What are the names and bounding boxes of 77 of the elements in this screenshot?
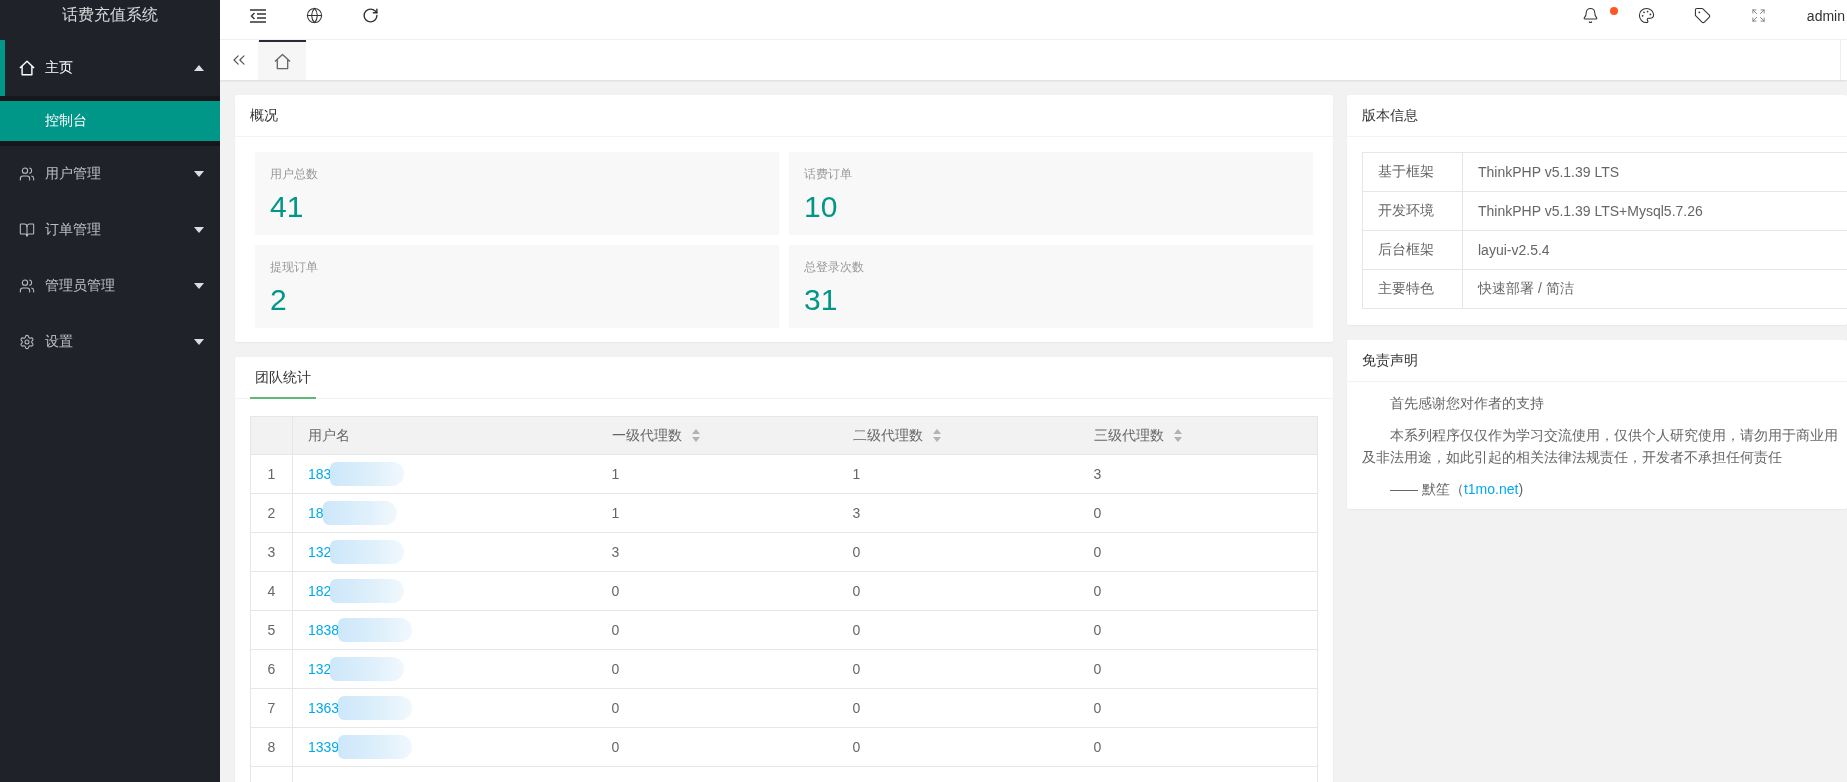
table-cell: 后台框架 [1362,230,1463,270]
stat-value: 41 [270,189,304,225]
table-cell: 0 [1078,571,1318,611]
table-cell: 0 [837,532,1079,572]
disclaimer-paragraph: 本系列程序仅仅作为学习交流使用，仅供个人研究使用，请勿用于商业用 及非法用途，如此引起的相关法律法规责任，开发者不承担任何责任 [1362,426,1838,467]
card-title: 免责声明 [1362,351,1418,370]
table-cell: 1 [596,454,838,494]
refresh-icon[interactable] [361,7,379,24]
globe-icon[interactable] [305,7,323,24]
sidebar-menu-item[interactable]: 设置 [0,314,220,370]
table-cell: 1 [837,454,1079,494]
row-number: 2 [250,493,293,533]
table-cell: 0 [1078,649,1318,689]
table-cell: 3 [1078,454,1318,494]
table-cell: 0 [837,649,1079,689]
row-number: 1 [250,454,293,494]
column-header[interactable]: 三级代理数 [1078,416,1318,455]
column-header[interactable]: 二级代理数 [837,416,1079,455]
users-icon [19,166,35,182]
stat-value: 31 [804,282,838,318]
card-title: 概况 [250,106,278,125]
row-number: 8 [250,727,293,767]
table-cell: 3 [837,493,1079,533]
column-header: 用户名 [292,416,597,455]
disclaimer-paragraph: 首先感谢您对作者的支持 [1389,394,1544,413]
stat-label: 话费订单 [804,166,852,183]
sidebar-submenu-item[interactable]: 控制台 [0,101,220,141]
row-number: 6 [250,649,293,689]
palette-icon[interactable] [1638,7,1656,24]
tag-icon[interactable] [1694,7,1712,24]
row-number: 7 [250,688,293,728]
bell-icon[interactable] [1582,7,1600,24]
home-icon [274,52,291,70]
column-header[interactable]: 一级代理数 [596,416,838,455]
table-cell: 主要特色 [1362,269,1463,309]
users-icon [19,278,35,294]
table-cell: 0 [837,610,1079,650]
home-icon [19,60,35,76]
table-cell: 3 [596,532,838,572]
table-cell: 0 [596,610,838,650]
table-cell: 0 [1078,532,1318,572]
home-tab[interactable] [259,40,306,80]
table-cell: 1 [596,493,838,533]
table-cell: 0 [1078,610,1318,650]
stat-label: 用户总数 [270,166,318,183]
signature-line: —— 默笙（t1mo.net) [1389,480,1524,499]
table-cell: 0 [837,571,1079,611]
table-cell: 0 [1078,688,1318,728]
table-cell: 0 [596,649,838,689]
row-number: 3 [250,532,293,572]
stat-value: 2 [270,282,287,318]
table-cell: 0 [837,688,1079,728]
table-cell: 0 [1078,727,1318,767]
table-cell: 0 [1078,493,1318,533]
app-title: 话费充值系统 [62,5,158,25]
menu-collapse-icon[interactable] [250,8,266,23]
table-cell: 0 [596,688,838,728]
book-icon [19,222,35,238]
stat-label: 提现订单 [270,259,318,276]
table-cell: 0 [596,571,838,611]
card-title: 版本信息 [1362,106,1418,125]
table-cell: 基于框架 [1362,152,1463,192]
table-cell: 开发环境 [1362,191,1463,231]
team-stats-tab[interactable]: 团队统计 [250,357,316,399]
fullscreen-icon[interactable] [1751,8,1767,23]
sidebar-menu-item[interactable]: 管理员管理 [0,258,220,314]
stat-label: 总登录次数 [804,259,864,276]
table-cell: ThinkPHP v5.1.39 LTS [1462,152,1847,192]
table-cell: 0 [837,727,1079,767]
stat-value: 10 [804,189,838,225]
user-menu[interactable]: admin [1786,0,1847,31]
row-number: 5 [250,610,293,650]
row-number: 4 [250,571,293,611]
sidebar-menu-item[interactable]: 用户管理 [0,146,220,202]
table-cell: 0 [596,727,838,767]
sidebar-menu-item[interactable]: 订单管理 [0,202,220,258]
settings-icon [19,334,35,350]
